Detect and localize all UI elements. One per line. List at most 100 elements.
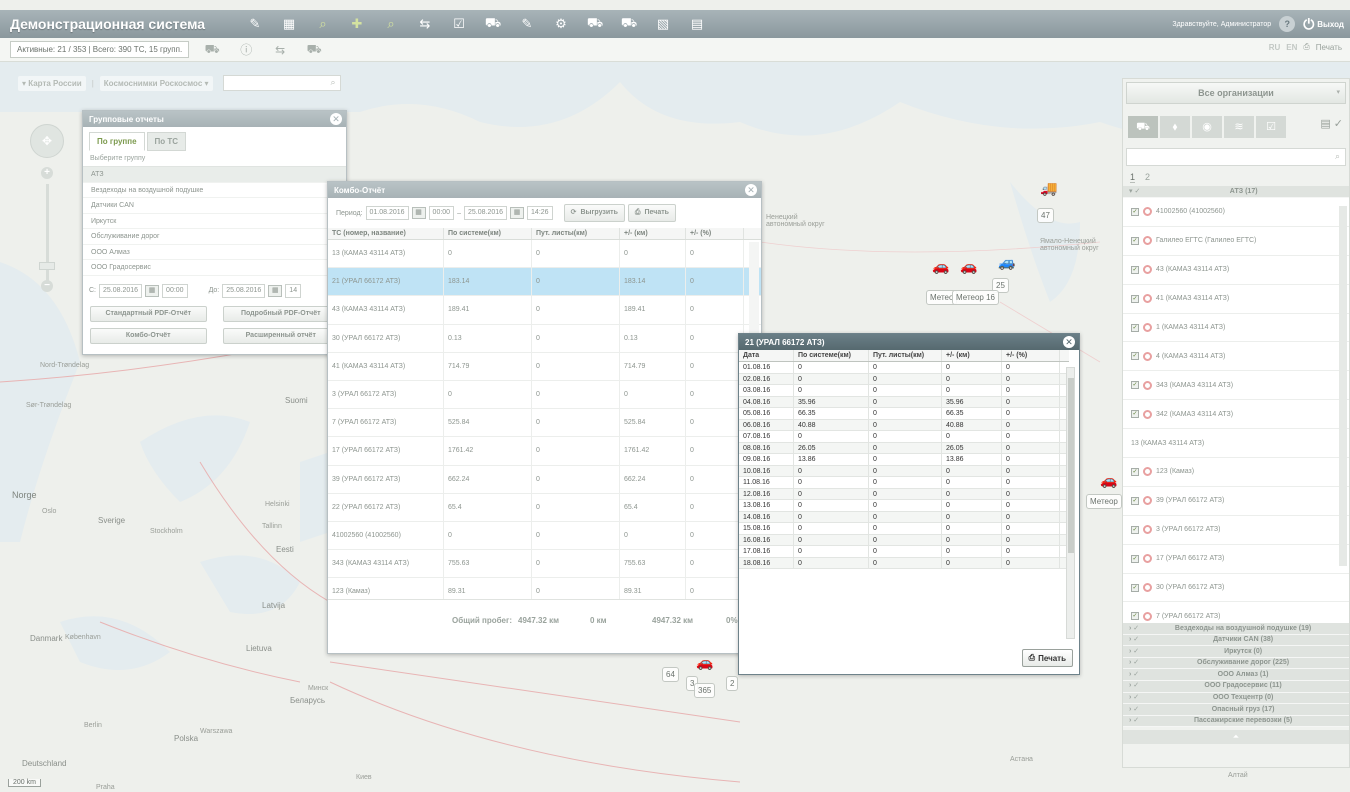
- vehicle-marker-meteor16[interactable]: Метеор 16: [952, 290, 999, 305]
- vehicle-checkbox[interactable]: ✓: [1131, 525, 1139, 534]
- scrollbar[interactable]: [1339, 206, 1347, 566]
- list-item[interactable]: ✓ 7 (УРАЛ 66172 АТЗ): [1123, 602, 1349, 623]
- scrollbar-thumb[interactable]: [1068, 378, 1074, 553]
- group-list-item[interactable]: ООО Градосервис: [83, 260, 346, 276]
- vehicle-settings-icon[interactable]: ⛟: [618, 15, 640, 33]
- list-item[interactable]: ✓ 41 (КАМАЗ 43114 АТЗ): [1123, 285, 1349, 314]
- vehicle-checkbox[interactable]: ✓: [1131, 207, 1139, 216]
- group-list-item[interactable]: ООО Алмаз: [83, 245, 346, 260]
- period-to-time[interactable]: 14:26: [527, 206, 553, 220]
- group-header[interactable]: › ✓ Датчики CAN (38): [1123, 634, 1349, 647]
- search-route-icon[interactable]: ⌕: [380, 15, 402, 33]
- info-icon[interactable]: ⓘ: [235, 43, 257, 57]
- list-item[interactable]: ✓ 1 (КАМАЗ 43114 АТЗ): [1123, 314, 1349, 343]
- lang-en-button[interactable]: EN: [1286, 43, 1297, 52]
- col-header[interactable]: Дата: [739, 350, 794, 361]
- group-header-atz[interactable]: ▾ ✓ АТЗ (17): [1123, 186, 1349, 198]
- vehicle-checkbox[interactable]: ✓: [1131, 583, 1139, 592]
- close-icon[interactable]: ✕: [1063, 336, 1075, 348]
- close-icon[interactable]: ✕: [745, 184, 757, 196]
- group-header[interactable]: › ✓ Вездеходы на воздушной подушке (19): [1123, 623, 1349, 635]
- detailed-pdf-button[interactable]: Подробный PDF-Отчёт: [222, 305, 339, 322]
- table-row[interactable]: 41 (КАМАЗ 43114 АТЗ) 714.79 0 714.79 0: [328, 352, 761, 381]
- tag-icon[interactable]: ✎: [244, 15, 266, 33]
- group-header[interactable]: › ✓ Обслуживание дорог (225): [1123, 657, 1349, 670]
- table-row[interactable]: 13 (КАМАЗ 43114 АТЗ) 0 0 0 0: [328, 240, 761, 269]
- to-time-input[interactable]: 14: [285, 283, 302, 298]
- vehicle-report-icon[interactable]: ⛟: [482, 15, 504, 33]
- table-row[interactable]: 14.08.16 0 0 0 0: [739, 511, 1069, 523]
- vehicle-checkbox[interactable]: ✓: [1131, 410, 1139, 419]
- collapse-panel-button[interactable]: ⏶: [1123, 730, 1349, 745]
- table-row[interactable]: 01.08.16 0 0 0 0: [739, 362, 1069, 374]
- combo-print-button[interactable]: ⎙ Печать: [627, 204, 676, 222]
- chart-icon[interactable]: ▧: [652, 15, 674, 33]
- combo-report-header[interactable]: Комбо-Отчёт ✕: [328, 182, 761, 198]
- list-item[interactable]: ✓ 39 (УРАЛ 66172 АТЗ): [1123, 487, 1349, 516]
- vehicle-marker-icon[interactable]: 🚚: [1040, 180, 1057, 197]
- vehicle-marker-icon[interactable]: 🚙: [998, 254, 1015, 271]
- table-row[interactable]: 21 (УРАЛ 66172 АТЗ) 183.14 0 183.14 0: [328, 268, 761, 297]
- table-row[interactable]: 02.08.16 0 0 0 0: [739, 373, 1069, 385]
- calendar-icon[interactable]: ▦: [510, 207, 525, 219]
- vehicle-marker-meteor-right[interactable]: Метеор: [1086, 494, 1122, 509]
- help-button[interactable]: ?: [1279, 16, 1296, 32]
- satellite-dropdown[interactable]: Космоснимки Роскосмос ▾: [99, 75, 213, 91]
- table-row[interactable]: 41002560 (41002560) 0 0 0 0: [328, 521, 761, 551]
- tab-layers-icon[interactable]: ≋: [1224, 116, 1254, 138]
- col-header[interactable]: +/- (км): [620, 228, 686, 239]
- table-row[interactable]: 7 (УРАЛ 66172 АТЗ) 525.84 0 525.84 0: [328, 409, 761, 438]
- tab-vehicles-icon[interactable]: ⛟: [1128, 116, 1158, 138]
- table-row[interactable]: 11.08.16 0 0 0 0: [739, 477, 1069, 489]
- zoom-slider-thumb[interactable]: [39, 262, 55, 270]
- search-zone-icon[interactable]: ⌕: [312, 15, 334, 33]
- close-icon[interactable]: ✕: [330, 113, 342, 125]
- vehicle-marker-icon[interactable]: 🚗: [696, 654, 713, 671]
- group-header[interactable]: › ✓ ООО Техцентр (0): [1123, 692, 1349, 705]
- vehicle-checkbox[interactable]: ✓: [1131, 265, 1139, 274]
- col-header[interactable]: +/- (км): [942, 350, 1002, 361]
- vehicle-marker-64[interactable]: 64: [662, 667, 679, 682]
- group-list-item[interactable]: Вездеходы на воздушной подушке: [83, 183, 346, 198]
- col-header[interactable]: +/- (%): [686, 228, 744, 239]
- list-item[interactable]: ✓ Галилео ЕГТС (Галилео ЕГТС): [1123, 227, 1349, 256]
- vehicle-marker-icon[interactable]: 🚗: [932, 258, 949, 275]
- vehicle-checkbox[interactable]: ✓: [1131, 352, 1139, 361]
- list-item[interactable]: ✓ 4 (КАМАЗ 43114 АТЗ): [1123, 342, 1349, 372]
- table-row[interactable]: 22 (УРАЛ 66172 АТЗ) 65.4 0 65.4 0: [328, 493, 761, 522]
- from-time-input[interactable]: 00:00: [162, 283, 188, 298]
- col-header[interactable]: Пут. листы(км): [869, 350, 942, 361]
- group-vehicle-icon[interactable]: ⛟: [303, 42, 325, 57]
- col-header[interactable]: По системе(км): [794, 350, 869, 361]
- list-item[interactable]: ✓ 30 (УРАЛ 66172 АТЗ): [1123, 574, 1349, 603]
- tab-by-group[interactable]: По группе: [89, 132, 145, 151]
- list-item[interactable]: ✓ 3 (УРАЛ 66172 АТЗ): [1123, 516, 1349, 545]
- add-report-icon[interactable]: ☑: [448, 15, 470, 33]
- table-row[interactable]: 17 (УРАЛ 66172 АТЗ) 1761.42 0 1761.42 0: [328, 437, 761, 466]
- table-icon[interactable]: ▦: [278, 15, 300, 33]
- group-reports-header[interactable]: Групповые отчеты ✕: [83, 111, 346, 127]
- list-item[interactable]: ✓ 123 (Камаз): [1123, 458, 1349, 487]
- zoom-in-button[interactable]: +: [41, 167, 53, 179]
- table-row[interactable]: 15.08.16 0 0 0 0: [739, 523, 1069, 535]
- period-from-date[interactable]: 01.08.2016: [365, 206, 409, 220]
- edit-route-icon[interactable]: ✎: [516, 15, 538, 33]
- table-row[interactable]: 05.08.16 66.35 0 66.35 0: [739, 408, 1069, 420]
- route-icon[interactable]: ⇆: [414, 15, 436, 33]
- table-row[interactable]: 39 (УРАЛ 66172 АТЗ) 662.24 0 662.24 0: [328, 465, 761, 494]
- group-header[interactable]: › ✓ ООО Градосервис (11): [1123, 680, 1349, 693]
- calendar-icon[interactable]: ▤: [686, 15, 708, 33]
- to-date-input[interactable]: 25.08.2016: [222, 283, 266, 298]
- settings-icon[interactable]: ⚙: [550, 15, 572, 33]
- group-header[interactable]: › ✓ ООО Алмаз (1): [1123, 669, 1349, 681]
- vehicle-detail-header[interactable]: 21 (УРАЛ 66172 АТЗ) ✕: [739, 334, 1079, 350]
- table-row[interactable]: 16.08.16 0 0 0 0: [739, 534, 1069, 546]
- scrollbar[interactable]: [1066, 367, 1075, 639]
- pan-control[interactable]: ✥: [30, 124, 64, 158]
- map-search-input[interactable]: ⌕: [222, 75, 341, 91]
- table-row[interactable]: 08.08.16 26.05 0 26.05 0: [739, 442, 1069, 454]
- combo-report-button[interactable]: Комбо-Отчёт: [90, 327, 207, 344]
- table-row[interactable]: 123 (Камаз) 89.31 0 89.31 0: [328, 578, 761, 599]
- vehicle-checkbox[interactable]: ✓: [1131, 467, 1139, 476]
- list-item[interactable]: ✓ 343 (КАМАЗ 43114 АТЗ): [1123, 371, 1349, 401]
